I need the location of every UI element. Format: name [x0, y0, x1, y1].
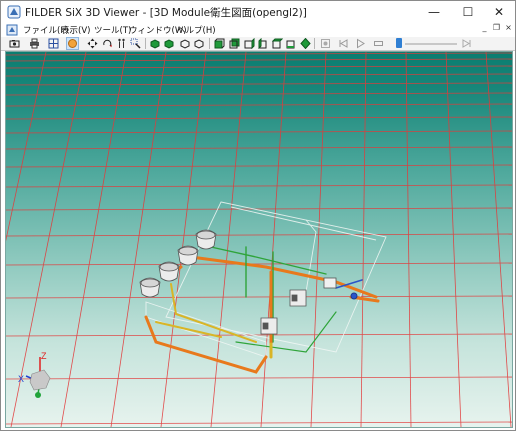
grid-view-icon[interactable]: [48, 38, 59, 49]
fixture-4: [139, 277, 161, 298]
title-bar: FILDER SiX 3D Viewer - [3D Module衛生図面(op…: [1, 1, 515, 23]
view-iso-4-icon[interactable]: [194, 38, 205, 49]
walk-icon[interactable]: [116, 38, 127, 49]
minimize-button[interactable]: —: [418, 1, 450, 23]
view-diamond-icon[interactable]: [300, 38, 311, 49]
mdi-restore-button[interactable]: ❐: [491, 23, 502, 32]
animation-slider-thumb[interactable]: [396, 38, 402, 48]
menu-bar: ファイル(F) 表示(V) ツール(T) ウィンドウ(W) ヘルプ(H) _ ❐…: [1, 23, 515, 37]
close-icon: ✕: [493, 5, 505, 19]
animation-slider-track[interactable]: [405, 43, 457, 45]
mdi-close-button[interactable]: ×: [503, 23, 514, 32]
print-icon[interactable]: [29, 38, 40, 49]
urinal-fixtures: [139, 229, 337, 335]
menu-view[interactable]: 表示(V): [61, 24, 90, 36]
pan-icon[interactable]: [87, 38, 98, 49]
view-bottom-icon[interactable]: [286, 38, 297, 49]
x-axis-label: X: [18, 374, 24, 384]
fixture-3: [158, 261, 180, 282]
view-left-icon[interactable]: [244, 38, 255, 49]
pipe-network: [144, 246, 380, 374]
shade-icon[interactable]: [66, 37, 79, 50]
fixture-5: [289, 289, 307, 307]
maximize-icon: ☐: [462, 5, 474, 19]
window-title: FILDER SiX 3D Viewer - [3D Module衛生図面(op…: [25, 7, 307, 19]
view-iso-2-icon[interactable]: [164, 38, 175, 49]
toolbar-separator: [314, 38, 315, 49]
valve-unit: [323, 277, 337, 289]
zoom-window-icon[interactable]: [130, 38, 141, 49]
skip-back-icon[interactable]: [338, 38, 349, 49]
menu-tools[interactable]: ツール(T): [94, 24, 131, 36]
3d-viewport[interactable]: Z X: [5, 51, 513, 428]
view-top-icon[interactable]: [272, 38, 283, 49]
toolbar: [1, 37, 515, 51]
view-iso-1-icon[interactable]: [149, 38, 160, 49]
z-axis-label: Z: [41, 351, 47, 361]
ground-grid: [6, 52, 512, 427]
play-icon[interactable]: [355, 38, 366, 49]
view-front-icon[interactable]: [214, 38, 225, 49]
fixture-1: [195, 229, 217, 250]
maximize-button[interactable]: ☐: [452, 1, 484, 23]
app-logo-icon: [7, 5, 21, 19]
rotate-icon[interactable]: [102, 38, 113, 49]
view-iso-3-icon[interactable]: [179, 38, 190, 49]
document-icon[interactable]: [6, 24, 18, 36]
toolbar-separator: [145, 38, 146, 49]
mdi-minimize-button[interactable]: _: [479, 23, 490, 32]
view-right-icon[interactable]: [258, 38, 269, 49]
close-button[interactable]: ✕: [483, 1, 515, 23]
app-window: FILDER SiX 3D Viewer - [3D Module衛生図面(op…: [0, 0, 516, 431]
skip-forward-icon[interactable]: [461, 38, 472, 49]
toolbar-separator: [209, 38, 210, 49]
view-back-icon[interactable]: [229, 38, 240, 49]
menu-help[interactable]: ヘルプ(H): [177, 24, 216, 36]
axis-gizmo: Z X: [18, 351, 51, 398]
stop-icon[interactable]: [373, 38, 384, 49]
3d-scene: Z X: [6, 52, 512, 427]
record-icon[interactable]: [320, 38, 331, 49]
fixture-2: [177, 245, 199, 266]
camera-icon[interactable]: [9, 38, 20, 49]
fixture-6: [260, 317, 278, 335]
minimize-icon: —: [428, 5, 440, 19]
